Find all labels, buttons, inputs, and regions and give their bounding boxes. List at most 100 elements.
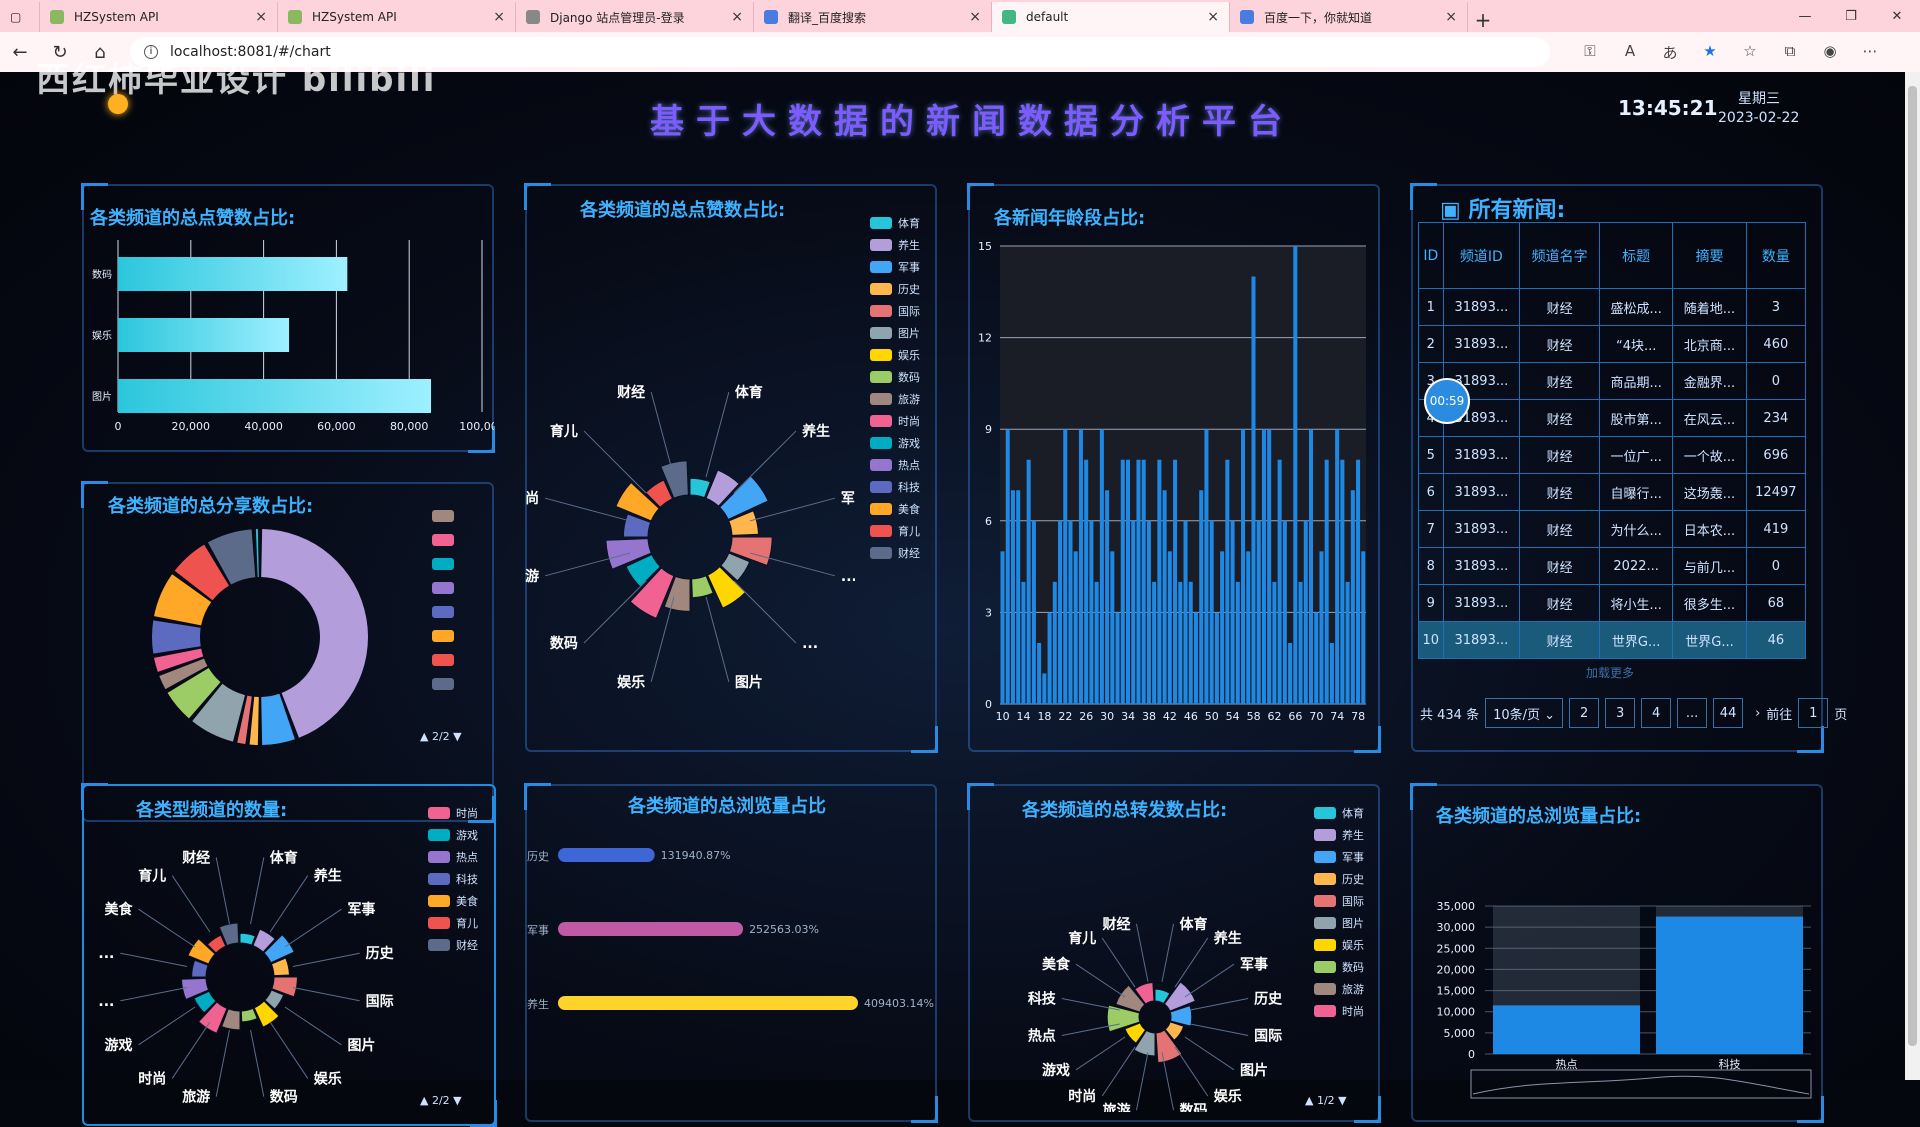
legend-item[interactable]: 国际: [870, 300, 920, 322]
legend-item[interactable]: 娱乐: [870, 344, 920, 366]
legend-item[interactable]: 科技: [870, 476, 920, 498]
read-aloud-icon[interactable]: A: [1610, 42, 1650, 63]
arrow-up-icon[interactable]: ▲: [420, 1094, 428, 1107]
key-icon[interactable]: ⚿: [1570, 42, 1610, 63]
browser-tab[interactable]: 百度一下，你就知道 ×: [1230, 2, 1468, 32]
legend-item[interactable]: 图片: [1314, 912, 1364, 934]
legend-item[interactable]: 体育: [870, 212, 920, 234]
browser-tab[interactable]: Django 站点管理员-登录 ×: [516, 2, 754, 32]
legend-item[interactable]: 军事: [870, 256, 920, 278]
legend-item[interactable]: 娱乐: [1314, 934, 1364, 956]
page-scrollbar[interactable]: [1905, 72, 1920, 1080]
table-row[interactable]: 5 31893... 财经 一位广... 一个故... 696: [1418, 436, 1807, 474]
browser-tab-active[interactable]: default ×: [992, 2, 1230, 32]
close-icon[interactable]: ×: [731, 9, 743, 25]
profile-avatar-icon[interactable]: ◉: [1810, 42, 1850, 63]
legend-item[interactable]: 游戏: [428, 824, 478, 846]
table-row[interactable]: 431893...财经股市第...在风云...234: [1418, 399, 1807, 437]
table-row[interactable]: 10 31893... 财经 世界G... 世界G... 46: [1418, 621, 1807, 659]
legend-item[interactable]: 体育: [1314, 802, 1364, 824]
legend-item[interactable]: 旅游: [1314, 978, 1364, 1000]
table-row[interactable]: 3 31893... 财经 商品期... 金融界... 0: [1418, 362, 1807, 400]
arrow-down-icon[interactable]: ▼: [453, 730, 461, 743]
page-size-select[interactable]: 10条/页 ⌄: [1485, 698, 1564, 728]
table-row[interactable]: 8 31893... 财经 2022... 与前几... 0: [1418, 547, 1807, 585]
legend-item[interactable]: [432, 624, 460, 648]
legend-item[interactable]: 科技: [428, 868, 478, 890]
scrollbar-thumb[interactable]: [1908, 86, 1917, 1046]
legend-item[interactable]: 游戏: [870, 432, 920, 454]
legend-item[interactable]: 财经: [428, 934, 478, 956]
table-row[interactable]: 1 31893... 财经 盛松成... 随着地... 3: [1418, 288, 1807, 326]
legend-item[interactable]: 图片: [870, 322, 920, 344]
next-page-icon[interactable]: ›: [1755, 706, 1760, 721]
legend-item[interactable]: [432, 552, 460, 576]
close-window-icon[interactable]: ✕: [1874, 0, 1920, 32]
legend-item[interactable]: 历史: [870, 278, 920, 300]
legend-item[interactable]: 育儿: [428, 912, 478, 934]
legend-item[interactable]: 数码: [870, 366, 920, 388]
close-icon[interactable]: ×: [493, 9, 505, 25]
more-icon[interactable]: ⋯: [1850, 42, 1890, 63]
table-row[interactable]: 7 31893... 财经 为什么... 日本农... 419: [1418, 510, 1807, 548]
translate-icon[interactable]: あ: [1650, 42, 1690, 63]
legend-item[interactable]: 美食: [870, 498, 920, 520]
arrow-up-icon[interactable]: ▲: [1305, 1094, 1313, 1107]
browser-tab[interactable]: HZSystem API ×: [40, 2, 278, 32]
page-button[interactable]: 3: [1605, 698, 1636, 728]
legend-item[interactable]: 美食: [428, 890, 478, 912]
legend-item[interactable]: [432, 672, 460, 696]
legend-pager[interactable]: ▲ 2/2 ▼: [420, 730, 462, 743]
legend-item[interactable]: 历史: [1314, 868, 1364, 890]
close-icon[interactable]: ×: [969, 9, 981, 25]
rose-label: 游戏: [105, 1037, 133, 1054]
legend-item[interactable]: 时尚: [428, 802, 478, 824]
tab-actions-icon[interactable]: ▢: [0, 2, 40, 32]
legend-item[interactable]: 数码: [1314, 956, 1364, 978]
legend-item[interactable]: 军事: [1314, 846, 1364, 868]
arrow-up-icon[interactable]: ▲: [420, 730, 428, 743]
arrow-down-icon[interactable]: ▼: [453, 1094, 461, 1107]
load-more-link[interactable]: 加载更多: [1586, 664, 1634, 681]
restore-icon[interactable]: ❐: [1828, 0, 1874, 32]
favorites-icon[interactable]: ☆: [1730, 42, 1770, 63]
close-icon[interactable]: ×: [1207, 9, 1219, 25]
legend-item[interactable]: [432, 504, 460, 528]
page-button[interactable]: 2: [1569, 698, 1600, 728]
bar: [1167, 551, 1172, 704]
favorite-star-icon[interactable]: ★: [1690, 42, 1730, 63]
legend-item[interactable]: 热点: [428, 846, 478, 868]
legend-item[interactable]: 旅游: [870, 388, 920, 410]
new-tab-button[interactable]: +: [1468, 8, 1498, 32]
table-row[interactable]: 2 31893... 财经 “4块... 北京商... 460: [1418, 325, 1807, 363]
minimize-icon[interactable]: —: [1782, 0, 1828, 32]
legend-item[interactable]: [432, 576, 460, 600]
close-icon[interactable]: ×: [255, 9, 267, 25]
legend-pager[interactable]: ▲ 1/2 ▼: [1305, 1094, 1347, 1107]
close-icon[interactable]: ×: [1445, 9, 1457, 25]
legend-item[interactable]: 时尚: [870, 410, 920, 432]
legend-item[interactable]: [432, 648, 460, 672]
legend-item[interactable]: 国际: [1314, 890, 1364, 912]
page-button[interactable]: ...: [1677, 698, 1708, 728]
back-icon[interactable]: ←: [0, 42, 40, 63]
page-button[interactable]: 44: [1713, 698, 1744, 728]
legend-item[interactable]: 养生: [1314, 824, 1364, 846]
legend-item[interactable]: 热点: [870, 454, 920, 476]
legend-item[interactable]: 养生: [870, 234, 920, 256]
share-donut-chart: [152, 529, 369, 745]
browser-tab[interactable]: HZSystem API ×: [278, 2, 516, 32]
legend-item[interactable]: 财经: [870, 542, 920, 564]
legend-pager[interactable]: ▲ 2/2 ▼: [420, 1094, 462, 1107]
legend-item[interactable]: 育儿: [870, 520, 920, 542]
legend-item[interactable]: [432, 600, 460, 624]
table-row[interactable]: 9 31893... 财经 将小生... 很多生... 68: [1418, 584, 1807, 622]
legend-item[interactable]: 时尚: [1314, 1000, 1364, 1022]
goto-page-input[interactable]: 1: [1798, 698, 1829, 728]
arrow-down-icon[interactable]: ▼: [1338, 1094, 1346, 1107]
browser-tab[interactable]: 翻译_百度搜索 ×: [754, 2, 992, 32]
table-row[interactable]: 6 31893... 财经 自曝行... 这场轰... 12497: [1418, 473, 1807, 511]
page-button[interactable]: 4: [1641, 698, 1672, 728]
legend-item[interactable]: [432, 528, 460, 552]
collections-icon[interactable]: ⧉: [1770, 42, 1810, 63]
